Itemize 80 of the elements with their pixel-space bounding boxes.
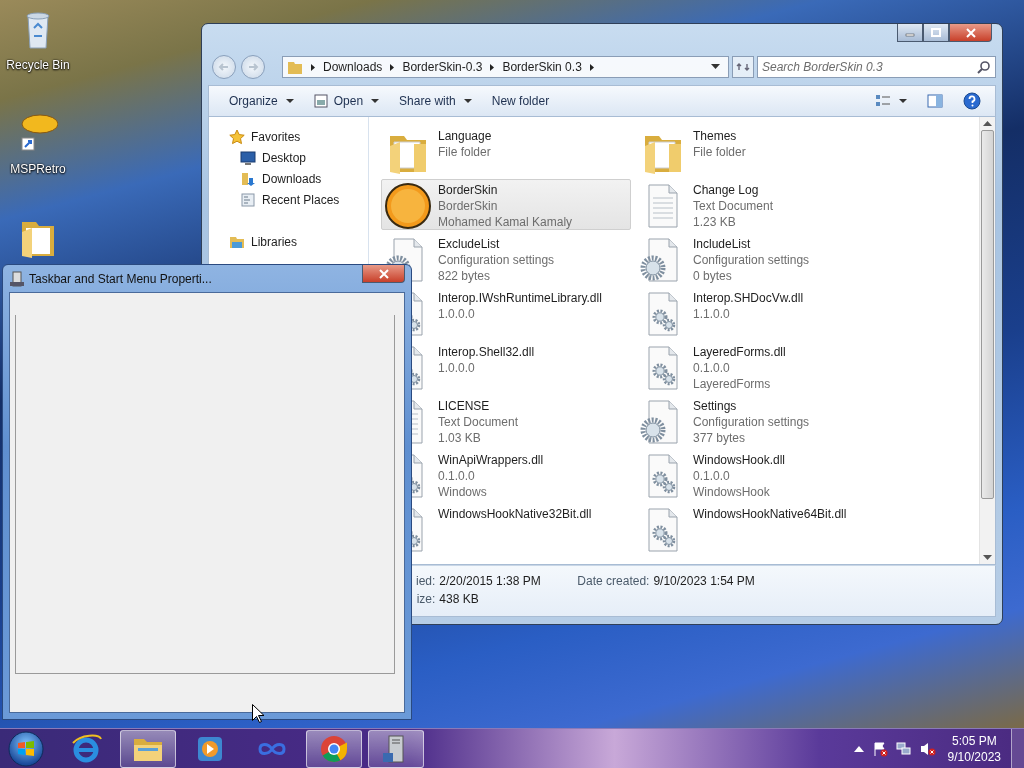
detail-label: ize: — [416, 592, 436, 606]
sidebar-item[interactable]: Favorites — [209, 126, 368, 147]
minimize-button[interactable] — [897, 24, 923, 42]
file-item[interactable]: Interop.SHDocVw.dll 1.1.0.0 — [636, 287, 886, 338]
speaker-muted-icon[interactable] — [919, 740, 936, 757]
file-item[interactable]: WindowsHookNative64Bit.dll — [636, 503, 886, 554]
breadcrumb-item[interactable]: Downloads — [323, 60, 383, 74]
desktop-icon-label[interactable]: MSPRetro — [10, 162, 66, 176]
network-icon[interactable] — [895, 740, 912, 757]
sidebar-item[interactable]: Downloads — [209, 168, 368, 189]
taskbar-button[interactable] — [306, 729, 362, 768]
caret-icon[interactable] — [711, 64, 720, 70]
caret-icon — [371, 98, 380, 104]
caret-icon — [463, 98, 472, 104]
flag-icon[interactable] — [871, 740, 888, 757]
chevron-icon[interactable] — [587, 62, 596, 72]
toolbar-button[interactable]: Open — [305, 89, 388, 113]
breadcrumb-item[interactable]: BorderSkin 0.3 — [502, 60, 582, 74]
file-item[interactable]: LayeredForms.dll 0.1.0.0 LayeredForms — [636, 341, 886, 392]
file-item[interactable]: Themes File folder — [636, 125, 886, 176]
maximize-button[interactable] — [923, 24, 949, 42]
taskbar-button[interactable] — [120, 729, 176, 768]
desktop-icon-label[interactable]: Recycle Bin — [6, 58, 70, 72]
caret-icon — [899, 98, 907, 104]
chevron-icon[interactable] — [309, 62, 317, 72]
search-icon — [977, 60, 991, 74]
chevron-icon[interactable] — [388, 62, 397, 72]
scrollbar[interactable] — [979, 117, 995, 564]
app-icon — [384, 182, 432, 230]
detail-value: 438 KB — [439, 592, 480, 606]
sidebar-item[interactable]: Libraries — [209, 231, 368, 252]
toolbar-button[interactable]: New folder — [483, 89, 558, 113]
file-item[interactable]: Change Log Text Document 1.23 KB — [636, 179, 886, 230]
view-icon — [875, 94, 891, 108]
file-item[interactable]: Settings Configuration settings 377 bytes — [636, 395, 886, 446]
recent-places-icon — [240, 191, 256, 208]
browser-e-icon — [70, 732, 102, 765]
mouse-pointer-icon — [252, 704, 264, 723]
detail-label: ied: — [416, 574, 436, 588]
windows-logo-icon — [7, 729, 45, 768]
file-item[interactable]: IncludeList Configuration settings 0 bytes — [636, 233, 886, 284]
show-hidden-icons-button[interactable] — [853, 744, 864, 753]
star-icon — [229, 128, 245, 145]
scrollbar-thumb[interactable] — [981, 130, 994, 499]
toolbar-button[interactable]: Share with — [391, 89, 480, 113]
taskbar-button[interactable] — [368, 729, 424, 768]
search-field[interactable]: Search BorderSkin 0.3 — [757, 56, 996, 78]
file-item[interactable]: WindowsHook.dll 0.1.0.0 WindowsHook — [636, 449, 886, 500]
preview-pane-icon — [927, 94, 943, 108]
caret-icon — [285, 98, 294, 104]
desktop-icon — [240, 149, 256, 166]
close-button[interactable] — [362, 265, 405, 283]
chevron-icon[interactable] — [488, 62, 497, 72]
downloads-folder-icon — [240, 170, 256, 187]
close-icon — [378, 268, 389, 279]
toolbar-button[interactable]: Organize — [221, 89, 302, 113]
close-icon — [965, 27, 976, 38]
folder-icon — [287, 59, 303, 75]
file-item[interactable]: BorderSkin BorderSkin Mohamed Kamal Kamaly — [381, 179, 631, 230]
window-icon — [9, 270, 25, 287]
show-desktop-button[interactable] — [1011, 729, 1024, 768]
maximize-icon — [931, 27, 941, 38]
scroll-up-arrow-icon[interactable] — [983, 121, 992, 126]
detail-label: Date created: — [577, 574, 650, 588]
sidebar-item[interactable]: Desktop — [209, 147, 368, 168]
clock[interactable]: 5:05 PM 9/10/2023 — [943, 732, 1005, 765]
forward-arrow-icon — [247, 61, 259, 73]
close-button[interactable] — [949, 24, 992, 42]
open-icon — [313, 94, 328, 108]
sidebar-item[interactable]: Recent Places — [209, 189, 368, 210]
file-item[interactable]: Language File folder — [381, 125, 631, 176]
scroll-down-arrow-icon — [983, 555, 992, 560]
detail-value: 9/10/2023 1:54 PM — [653, 574, 755, 588]
breadcrumb-item[interactable]: BorderSkin-0.3 — [402, 60, 483, 74]
detail-value: 2/20/2015 1:38 PM — [439, 574, 542, 588]
help-icon — [963, 92, 981, 110]
refresh-button[interactable] — [732, 56, 754, 78]
address-bar[interactable]: Downloads BorderSkin-0.3 BorderSkin 0.3 — [282, 56, 729, 78]
window-title: Taskbar and Start Menu Properti... — [29, 271, 212, 286]
back-arrow-icon — [218, 61, 230, 73]
